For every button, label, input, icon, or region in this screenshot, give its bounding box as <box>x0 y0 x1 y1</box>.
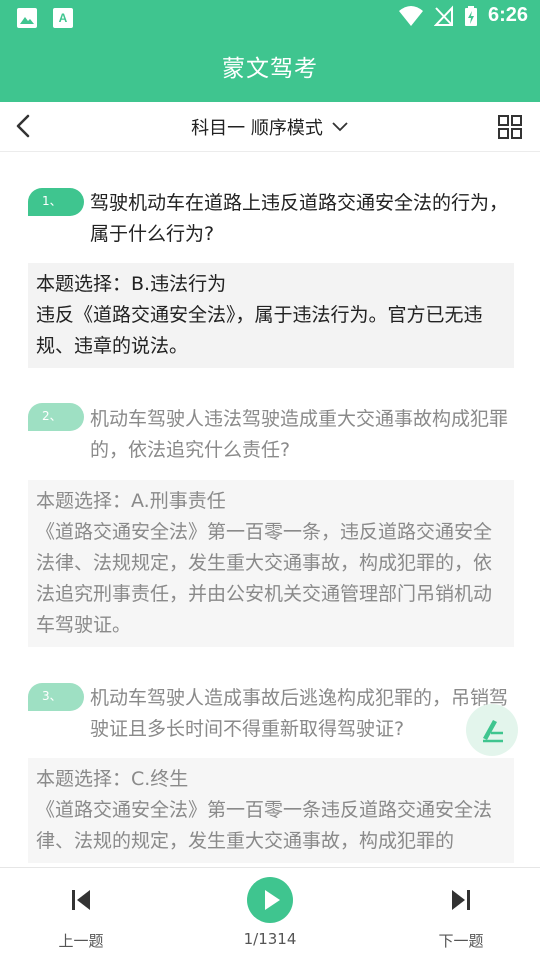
play-icon <box>265 890 280 910</box>
next-question-label: 下一题 <box>438 932 484 950</box>
question-number-badge: 1、 <box>28 188 84 216</box>
status-time: 6:26 <box>487 4 528 26</box>
question-text: 机动车驾驶人造成事故后逃逸构成犯罪的，吊销驾驶证且多长时间不得重新取得驾驶证? <box>90 687 509 740</box>
answer-explanation: 《道路交通安全法》第一百零一条，违反道路交通安全法律、法规规定，发生重大交通事故… <box>36 521 493 636</box>
answer-explanation: 违反《道路交通安全法》，属于违法行为。官方已无违规、违章的说法。 <box>36 304 483 357</box>
bottom-nav-bar: 上一题 1/1314 下一题 <box>0 867 540 960</box>
battery-charging-icon <box>464 5 477 26</box>
question-counter: 1/1314 <box>243 930 297 948</box>
answer-explanation: 《道路交通安全法》第一百零一条违反道路交通安全法律、法规的规定，发生重大交通事故… <box>36 799 493 852</box>
gallery-icon <box>17 8 37 28</box>
status-bar: A 6:26 <box>0 0 540 36</box>
mode-dropdown[interactable]: 科目一 顺序模式 <box>0 102 540 152</box>
answer-box: 本题选择：A.刑事责任 《道路交通安全法》第一百零一条，违反道路交通安全法律、法… <box>28 480 514 647</box>
question-number-badge: 3、 <box>28 683 84 711</box>
skip-previous-icon <box>72 890 90 910</box>
answer-line: 本题选择：A.刑事责任 <box>36 490 226 512</box>
answer-box: 本题选择：B.违法行为 违反《道路交通安全法》，属于违法行为。官方已无违规、违章… <box>28 263 514 368</box>
prev-question-label: 上一题 <box>58 932 104 950</box>
skip-next-icon <box>452 890 470 910</box>
mode-label: 科目一 顺序模式 <box>191 118 323 139</box>
grid-view-icon[interactable] <box>498 115 522 139</box>
answer-line: 本题选择：C.终生 <box>36 768 189 790</box>
app-notification-icon: A <box>53 8 73 28</box>
edit-pen-icon <box>483 720 503 743</box>
wifi-icon <box>398 5 423 26</box>
question-list[interactable]: 1、 驾驶机动车在道路上违反道路交通安全法的行为，属于什么行为? 本题选择：B.… <box>0 153 540 867</box>
app-title: 蒙文驾考 <box>222 56 318 82</box>
no-signal-icon <box>433 4 453 26</box>
prev-question-button[interactable]: 上一题 <box>21 868 141 960</box>
question-text: 机动车驾驶人违法驾驶造成重大交通事故构成犯罪的，依法追究什么责任? <box>90 408 509 461</box>
play-button[interactable] <box>247 877 293 923</box>
question-number-badge: 2、 <box>28 403 84 431</box>
app-bar: 蒙文驾考 <box>0 36 540 102</box>
edit-note-button[interactable] <box>466 704 518 756</box>
question-text: 驾驶机动车在道路上违反道路交通安全法的行为，属于什么行为? <box>90 192 509 245</box>
answer-line: 本题选择：B.违法行为 <box>36 273 227 295</box>
chevron-down-icon <box>332 122 348 132</box>
answer-box: 本题选择：C.终生 《道路交通安全法》第一百零一条违反道路交通安全法律、法规的规… <box>28 758 514 863</box>
mode-toolbar: 科目一 顺序模式 <box>0 102 540 152</box>
svg-text:A: A <box>59 11 68 25</box>
next-question-button[interactable]: 下一题 <box>401 868 521 960</box>
